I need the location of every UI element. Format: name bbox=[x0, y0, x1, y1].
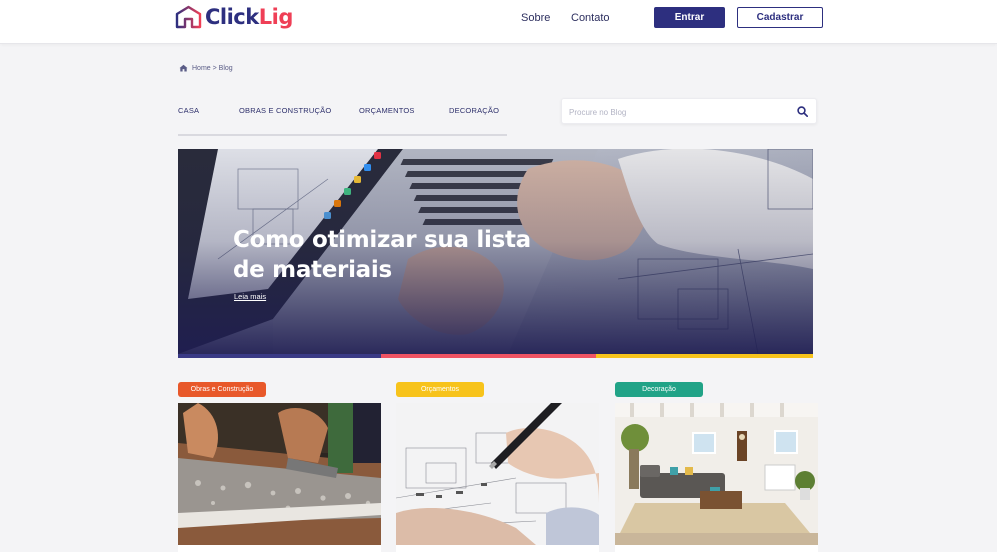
post-tag-decoracao[interactable]: Decoração bbox=[615, 382, 703, 397]
hero-color-bar bbox=[178, 354, 813, 358]
blog-search-input[interactable] bbox=[569, 104, 789, 120]
drawing-blueprint-image[interactable] bbox=[396, 403, 599, 545]
hero-bar-segment-red bbox=[381, 354, 596, 358]
category-nav: CASA OBRAS E CONSTRUÇÃO ORÇAMENTOS DECOR… bbox=[178, 106, 507, 136]
category-obras-construcao[interactable]: OBRAS E CONSTRUÇÃO bbox=[239, 106, 331, 115]
post-card-decoracao[interactable]: Decoração bbox=[615, 382, 818, 552]
post-card-footer bbox=[615, 545, 818, 552]
hero-title[interactable]: Como otimizar sua lista de materiais bbox=[233, 225, 533, 285]
post-card-obras[interactable]: Obras e Construção bbox=[178, 382, 381, 552]
signup-button[interactable]: Cadastrar bbox=[737, 7, 823, 28]
category-decoracao[interactable]: DECORAÇÃO bbox=[449, 106, 499, 115]
post-card-footer bbox=[178, 545, 381, 552]
hero-read-more-link[interactable]: Leia mais bbox=[234, 292, 266, 301]
nav-contato-link[interactable]: Contato bbox=[571, 12, 610, 24]
hero-bar-segment-yellow bbox=[596, 354, 813, 358]
clicklig-logo[interactable]: ClickLig bbox=[175, 4, 293, 30]
logo-wordmark: ClickLig bbox=[205, 5, 293, 29]
blog-search-box bbox=[561, 98, 817, 124]
top-header: ClickLig Sobre Contato Entrar Cadastrar bbox=[0, 0, 997, 44]
nav-sobre-link[interactable]: Sobre bbox=[521, 12, 550, 24]
post-card-footer bbox=[396, 545, 599, 552]
post-card-orcamentos[interactable]: Orçamentos bbox=[396, 382, 599, 552]
post-tag-orcamentos[interactable]: Orçamentos bbox=[396, 382, 484, 397]
home-icon[interactable] bbox=[179, 64, 188, 72]
breadcrumb-text[interactable]: Home > Blog bbox=[192, 65, 233, 72]
category-orcamentos[interactable]: ORÇAMENTOS bbox=[359, 106, 415, 115]
post-tag-obras[interactable]: Obras e Construção bbox=[178, 382, 266, 397]
featured-post-banner[interactable]: Como otimizar sua lista de materiais Lei… bbox=[178, 149, 813, 358]
concrete-pouring-image[interactable] bbox=[178, 403, 381, 545]
living-room-image[interactable] bbox=[615, 403, 818, 545]
category-casa[interactable]: CASA bbox=[178, 106, 199, 115]
login-button[interactable]: Entrar bbox=[654, 7, 725, 28]
hero-bar-segment-blue bbox=[178, 354, 381, 358]
breadcrumb: Home > Blog bbox=[179, 64, 233, 72]
house-logo-icon bbox=[175, 5, 202, 29]
search-icon[interactable] bbox=[797, 106, 808, 117]
